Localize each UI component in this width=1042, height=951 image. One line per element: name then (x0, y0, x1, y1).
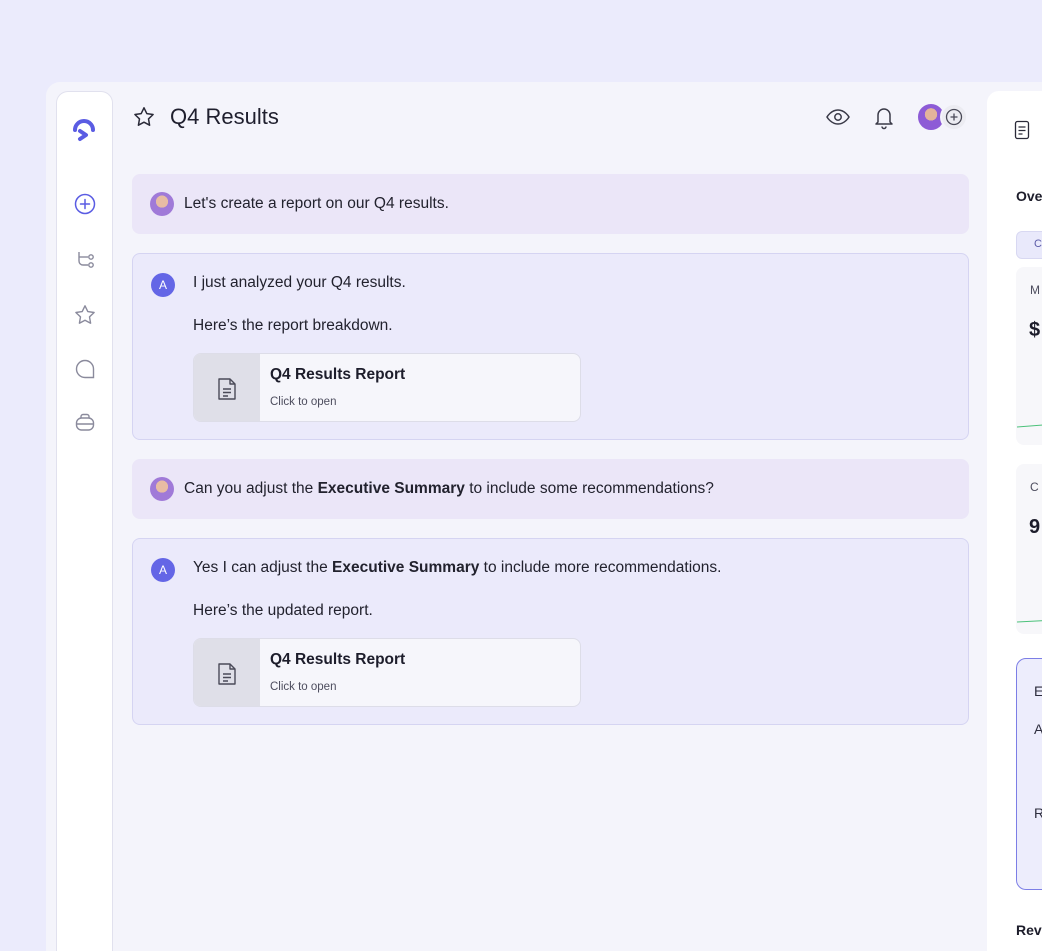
user-avatar (150, 192, 174, 216)
bell-icon[interactable] (873, 104, 895, 130)
message-text: Yes I can adjust the Executive Summary t… (193, 559, 722, 576)
document-icon (218, 662, 236, 685)
assistant-message: A Yes I can adjust the Executive Summary… (132, 538, 969, 725)
logo-icon[interactable] (70, 116, 98, 144)
page-title: Q4 Results (170, 104, 279, 129)
star-icon[interactable] (73, 303, 97, 327)
new-chat-icon[interactable] (73, 192, 97, 216)
file-title: Q4 Results Report (270, 651, 406, 668)
report-file-card[interactable]: Q4 Results Report Click to open (193, 638, 581, 707)
metric-card: M $ (1016, 267, 1042, 445)
favorite-star-icon[interactable] (132, 105, 156, 129)
user-avatar (150, 477, 174, 501)
sparkline (1016, 424, 1042, 428)
message-text: I just analyzed your Q4 results. (193, 274, 406, 291)
file-thumbnail (194, 354, 260, 421)
assistant-message: A I just analyzed your Q4 results. Here’… (132, 253, 969, 440)
summary-text: A (1034, 721, 1042, 737)
file-thumbnail (194, 639, 260, 706)
file-subtitle: Click to open (270, 396, 337, 408)
file-title: Q4 Results Report (270, 366, 406, 383)
chat-header: Q4 Results (132, 102, 968, 134)
report-file-card[interactable]: Q4 Results Report Click to open (193, 353, 581, 422)
metric-value: $ (1029, 319, 1041, 341)
user-message: Can you adjust the Executive Summary to … (132, 459, 969, 519)
toolbox-icon[interactable] (73, 411, 97, 435)
document-icon (218, 377, 236, 400)
sparkline (1016, 620, 1042, 623)
message-text: Here’s the report breakdown. (193, 317, 393, 334)
filter-chip[interactable]: C (1016, 231, 1042, 259)
workflow-icon[interactable] (73, 248, 97, 272)
plus-icon (945, 108, 963, 126)
eye-icon[interactable] (825, 105, 851, 129)
message-text: Let's create a report on our Q4 results. (184, 195, 449, 212)
sidebar-rail (56, 91, 113, 951)
user-message: Let's create a report on our Q4 results. (132, 174, 969, 234)
report-panel: Ove C M $ C 9 E A R Rev (987, 91, 1042, 951)
document-icon (1014, 120, 1030, 140)
collaborators (916, 102, 972, 132)
metric-label: C (1030, 480, 1039, 494)
add-collaborator-button[interactable] (940, 103, 968, 131)
summary-heading: E (1034, 683, 1042, 699)
metric-value: 9 (1029, 516, 1041, 538)
message-text: Can you adjust the Executive Summary to … (184, 480, 714, 497)
app-window: Q4 Results Let's create a report on our … (46, 82, 1042, 951)
executive-summary-card[interactable]: E A R (1016, 658, 1042, 890)
assistant-avatar: A (151, 558, 175, 582)
summary-text: R (1034, 805, 1042, 821)
assistant-avatar: A (151, 273, 175, 297)
chat-bubble-icon[interactable] (73, 357, 97, 381)
message-text: Here’s the updated report. (193, 602, 373, 619)
metric-label: M (1030, 283, 1040, 297)
file-subtitle: Click to open (270, 681, 337, 693)
section-title: Ove (1016, 188, 1042, 204)
metric-card: C 9 (1016, 464, 1042, 634)
section-title: Rev (1016, 922, 1042, 938)
